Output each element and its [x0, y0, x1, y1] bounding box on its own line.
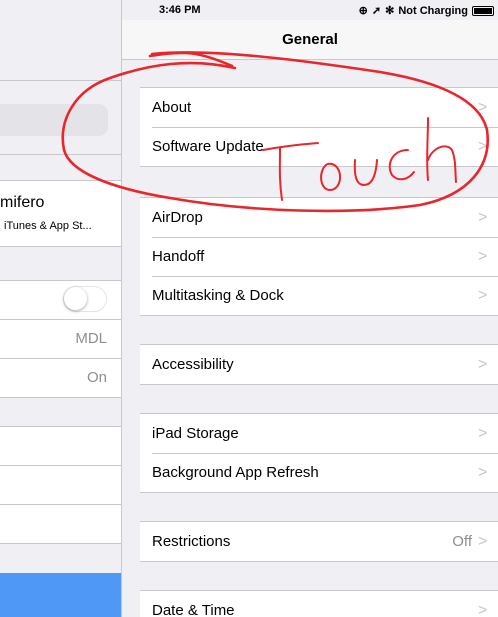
divider [0, 465, 121, 466]
row-label: About [152, 99, 192, 116]
row-background-app-refresh[interactable]: Background App Refresh > [140, 453, 498, 492]
row-value: Off [452, 533, 472, 550]
status-indicators: ⊕ ➚ ✻ Not Charging [359, 4, 494, 17]
row-multitasking-dock[interactable]: Multitasking & Dock > [140, 276, 498, 315]
settings-group: Accessibility > [140, 344, 498, 385]
row-label: Background App Refresh [152, 464, 319, 481]
account-subtitle: iTunes & App St... [4, 220, 92, 232]
sidebar-item-general-selected[interactable] [0, 573, 121, 617]
bluetooth-icon: ✻ [385, 5, 395, 17]
status-bar: 3:46 PM ⊕ ➚ ✻ Not Charging [122, 0, 498, 20]
sidebar-row-value: MDL [75, 330, 107, 347]
row-label: Multitasking & Dock [152, 287, 284, 304]
location-lock-icon: ⊕ [358, 5, 368, 17]
chevron-right-icon: > [478, 463, 488, 481]
settings-sidebar: mifero iTunes & App St... MDL On [0, 0, 122, 617]
search-input[interactable] [0, 104, 108, 136]
row-label: Handoff [152, 248, 205, 265]
chevron-right-icon: > [478, 137, 488, 155]
settings-group: About > Software Update > [140, 87, 498, 167]
row-label: Software Update [152, 138, 264, 155]
status-time: 3:46 PM [159, 4, 201, 16]
chevron-right-icon: > [478, 355, 488, 373]
battery-icon [472, 5, 494, 16]
chevron-right-icon: > [478, 532, 488, 550]
row-software-update[interactable]: Software Update > [140, 127, 498, 166]
location-arrow-icon: ➚ [371, 5, 382, 17]
navigation-bar: General [122, 20, 498, 60]
row-handoff[interactable]: Handoff > [140, 237, 498, 276]
charging-status-text: Not Charging [398, 4, 468, 17]
row-about[interactable]: About > [140, 88, 498, 127]
chevron-right-icon: > [478, 247, 488, 265]
divider [0, 426, 121, 427]
divider [0, 80, 121, 81]
divider [0, 280, 121, 281]
divider [0, 504, 121, 505]
settings-group: Date & Time > [140, 590, 498, 617]
bluetooth-value: On [86, 369, 107, 386]
chevron-right-icon: > [478, 98, 488, 116]
row-date-time[interactable]: Date & Time > [140, 591, 498, 617]
divider [0, 358, 121, 359]
row-restrictions[interactable]: Restrictions Off > [140, 522, 498, 561]
divider [0, 180, 121, 181]
chevron-right-icon: > [478, 601, 488, 617]
row-label: Restrictions [152, 533, 231, 550]
chevron-right-icon: > [478, 424, 488, 442]
row-ipad-storage[interactable]: iPad Storage > [140, 414, 498, 453]
chevron-right-icon: > [478, 208, 488, 226]
account-name: mifero [0, 194, 45, 211]
divider [0, 154, 121, 155]
divider [0, 397, 121, 398]
row-label: Date & Time [152, 602, 235, 617]
page-title: General [282, 31, 338, 48]
divider [0, 319, 121, 320]
settings-group: iPad Storage > Background App Refresh > [140, 413, 498, 493]
chevron-right-icon: > [478, 286, 488, 304]
divider [0, 543, 121, 544]
row-airdrop[interactable]: AirDrop > [140, 198, 498, 237]
ipad-screen: mifero iTunes & App St... MDL On 3:46 PM… [0, 0, 498, 617]
account-row[interactable]: mifero iTunes & App St... [0, 180, 121, 246]
row-label: AirDrop [152, 209, 203, 226]
row-label: Accessibility [152, 356, 234, 373]
airplane-mode-toggle[interactable] [63, 286, 107, 312]
settings-group: AirDrop > Handoff > Multitasking & Dock … [140, 197, 498, 316]
general-detail-panel: 3:46 PM ⊕ ➚ ✻ Not Charging General About… [122, 0, 498, 617]
row-accessibility[interactable]: Accessibility > [140, 345, 498, 384]
row-label: iPad Storage [152, 425, 239, 442]
divider [0, 246, 121, 247]
settings-group: Restrictions Off > [140, 521, 498, 562]
settings-group [0, 426, 121, 543]
